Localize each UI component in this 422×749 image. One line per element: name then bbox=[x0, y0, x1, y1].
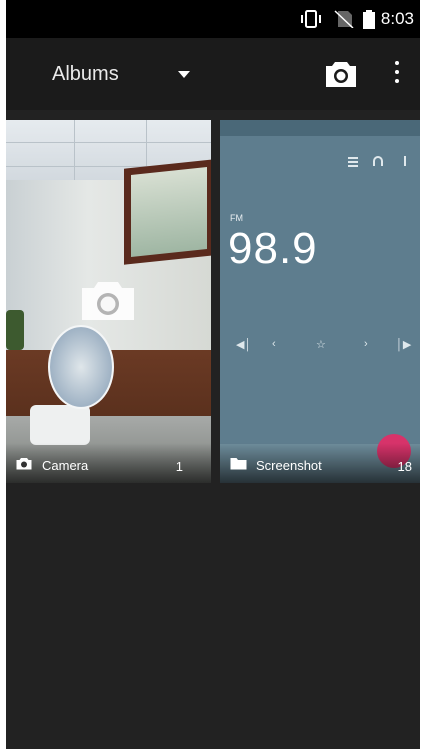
album-name: Camera bbox=[42, 458, 89, 473]
album-tile-camera[interactable]: Camera 1 bbox=[6, 120, 211, 483]
photo-fan-base bbox=[30, 405, 90, 445]
screenshot-frequency: 98.9 bbox=[228, 224, 318, 273]
photo-plant bbox=[6, 310, 24, 350]
camera-icon[interactable] bbox=[324, 60, 358, 88]
screenshot-band-label: FM bbox=[230, 213, 243, 223]
screenshot-status-bar bbox=[220, 120, 420, 136]
album-count: 1 bbox=[175, 459, 183, 474]
vibrate-icon bbox=[301, 10, 321, 28]
photo-fan bbox=[48, 325, 114, 409]
album-count: 18 bbox=[397, 459, 412, 474]
screenshot-toolbar-icons bbox=[348, 156, 406, 167]
more-vert-icon[interactable] bbox=[390, 61, 404, 87]
album-name: Screenshot bbox=[256, 458, 322, 473]
album-label-camera: Camera 1 bbox=[6, 443, 211, 483]
status-bar: 8:03 bbox=[6, 0, 420, 38]
gallery-screen: 8:03 Albums Camera 1 FM 98.9 ◀│ ‹ ☆ › │▶… bbox=[6, 0, 420, 749]
no-sim-icon bbox=[334, 10, 354, 28]
albums-title[interactable]: Albums bbox=[52, 63, 119, 86]
status-time: 8:03 bbox=[380, 9, 414, 28]
folder-icon bbox=[230, 458, 247, 470]
screenshot-player-controls: ◀│ ‹ ☆ › │▶ bbox=[236, 338, 412, 351]
camera-overlay-icon bbox=[82, 282, 134, 320]
app-bar: Albums bbox=[6, 38, 420, 110]
photo-painting bbox=[124, 159, 211, 265]
chevron-down-icon[interactable] bbox=[178, 71, 190, 78]
battery-icon bbox=[363, 10, 375, 29]
album-tile-screenshot[interactable]: FM 98.9 ◀│ ‹ ☆ › │▶ Screenshot 18 bbox=[220, 120, 420, 483]
album-label-screenshot: Screenshot 18 bbox=[220, 443, 420, 483]
camera-icon bbox=[16, 458, 32, 470]
